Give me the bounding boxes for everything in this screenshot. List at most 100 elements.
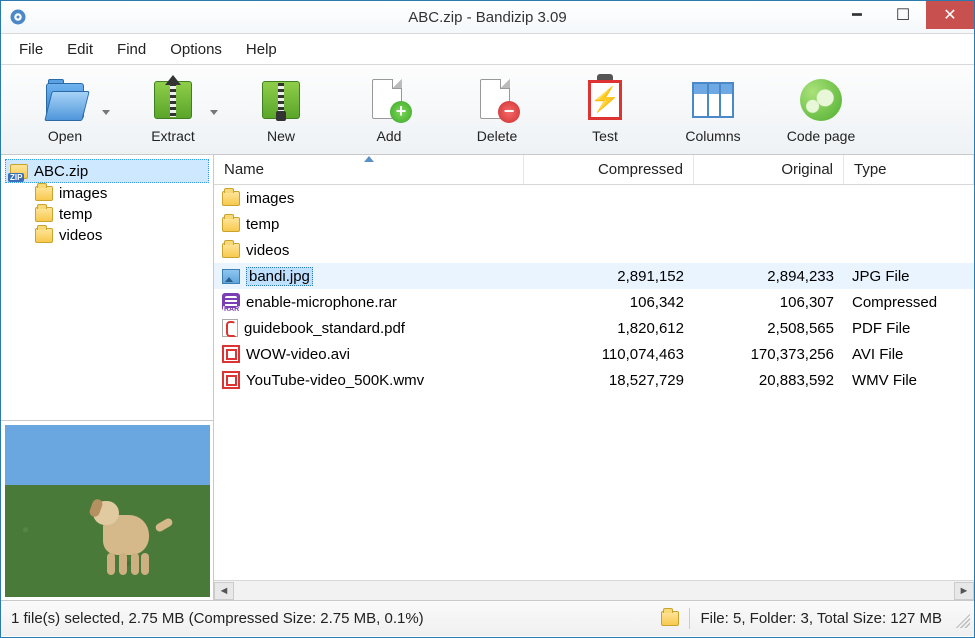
file-row[interactable]: bandi.jpg2,891,1522,894,233JPG File [214,263,974,289]
folder-icon [35,186,53,201]
folder-tree[interactable]: ZIP ABC.zip images temp videos [1,155,213,420]
tree-root-label: ABC.zip [34,163,88,180]
file-row[interactable]: guidebook_standard.pdf1,820,6122,508,565… [214,315,974,341]
menu-help[interactable]: Help [234,38,289,61]
tree-root[interactable]: ZIP ABC.zip [5,159,209,183]
file-row[interactable]: images [214,185,974,211]
column-header-compressed[interactable]: Compressed [524,155,694,184]
cell-compressed: 2,891,152 [524,268,694,285]
cell-type: JPG File [844,268,974,285]
file-row[interactable]: YouTube-video_500K.wmv18,527,72920,883,5… [214,367,974,393]
extract-button[interactable]: Extract [123,70,223,150]
new-archive-icon [258,77,304,123]
file-row[interactable]: videos [214,237,974,263]
status-left-text: 1 file(s) selected, 2.75 MB (Compressed … [11,610,424,627]
open-button[interactable]: Open [15,70,115,150]
cell-name: YouTube-video_500K.wmv [222,371,524,389]
extract-dropdown-icon[interactable] [210,110,218,118]
cell-compressed: 110,074,463 [524,346,694,363]
dog-image-icon [97,493,167,573]
tree-node-images[interactable]: images [5,183,209,204]
scroll-right-icon[interactable]: ► [954,582,974,600]
cell-original: 20,883,592 [694,372,844,389]
columns-icon [692,82,734,118]
file-name-label: guidebook_standard.pdf [244,320,405,337]
status-totals: File: 5, Folder: 3, Total Size: 127 MB [690,601,952,636]
sidebar: ZIP ABC.zip images temp videos [1,155,214,600]
video-file-icon [222,371,240,389]
cell-original: 170,373,256 [694,346,844,363]
file-name-label: temp [246,216,279,233]
menu-find[interactable]: Find [105,38,158,61]
file-list: Name Compressed Original Type images temp… [214,155,974,600]
file-row[interactable]: RARenable-microphone.rar106,342106,307Co… [214,289,974,315]
file-name-label: enable-microphone.rar [246,294,397,311]
resize-grip-icon[interactable] [952,610,970,628]
open-folder-icon [42,77,88,123]
add-button[interactable]: + Add [339,70,439,150]
folder-icon [222,191,240,206]
archive-status-icon [661,611,679,626]
menubar: File Edit Find Options Help [1,33,974,65]
extract-label: Extract [151,128,195,144]
close-button[interactable]: ✕ [926,1,974,29]
menu-file[interactable]: File [7,38,55,61]
file-name-label: bandi.jpg [246,267,313,286]
image-file-icon [222,269,240,284]
tree-node-videos[interactable]: videos [5,225,209,246]
codepage-button[interactable]: Code page [771,70,871,150]
new-button[interactable]: New [231,70,331,150]
status-right-text: File: 5, Folder: 3, Total Size: 127 MB [700,610,942,627]
app-window: ABC.zip - Bandizip 3.09 ━ ☐ ✕ File Edit … [0,0,975,638]
file-rows[interactable]: imagestempvideosbandi.jpg2,891,1522,894,… [214,185,974,580]
rar-file-icon: RAR [222,293,240,311]
delete-button[interactable]: − Delete [447,70,547,150]
tree-node-label: videos [59,227,102,244]
tree-node-label: images [59,185,107,202]
menu-edit[interactable]: Edit [55,38,105,61]
columns-button[interactable]: Columns [663,70,763,150]
column-header-type[interactable]: Type [844,155,974,184]
scroll-left-icon[interactable]: ◄ [214,582,234,600]
preview-thumbnail [5,425,210,597]
window-title: ABC.zip - Bandizip 3.09 [1,9,974,26]
columns-label: Columns [685,128,740,144]
status-archive-icon-seg [651,601,689,636]
file-row[interactable]: temp [214,211,974,237]
cell-compressed: 18,527,729 [524,372,694,389]
tree-node-temp[interactable]: temp [5,204,209,225]
column-header-original[interactable]: Original [694,155,844,184]
codepage-label: Code page [787,128,856,144]
new-label: New [267,128,295,144]
add-icon: + [366,77,412,123]
tree-node-label: temp [59,206,92,223]
folder-icon [35,207,53,222]
open-label: Open [48,128,82,144]
horizontal-scrollbar[interactable]: ◄ ► [214,580,974,600]
test-button[interactable]: ⚡ Test [555,70,655,150]
titlebar[interactable]: ABC.zip - Bandizip 3.09 ━ ☐ ✕ [1,1,974,33]
cell-name: guidebook_standard.pdf [222,319,524,337]
status-selection: 1 file(s) selected, 2.75 MB (Compressed … [1,601,651,636]
maximize-button[interactable]: ☐ [880,1,926,29]
cell-type: Compressed [844,294,974,311]
minimize-button[interactable]: ━ [834,1,880,29]
cell-compressed: 106,342 [524,294,694,311]
cell-type: WMV File [844,372,974,389]
cell-original: 2,508,565 [694,320,844,337]
file-row[interactable]: WOW-video.avi110,074,463170,373,256AVI F… [214,341,974,367]
add-label: Add [377,128,402,144]
column-header-row: Name Compressed Original Type [214,155,974,185]
cell-name: bandi.jpg [222,267,524,286]
folder-icon [222,217,240,232]
zip-icon: ZIP [10,162,28,180]
column-header-name[interactable]: Name [214,155,524,184]
cell-name: images [222,190,524,207]
menu-options[interactable]: Options [158,38,234,61]
file-name-label: WOW-video.avi [246,346,350,363]
globe-icon [800,79,842,121]
cell-name: RAR enable-microphone.rar [222,293,524,311]
sort-asc-icon [364,156,374,162]
preview-pane [1,420,213,600]
open-dropdown-icon[interactable] [102,110,110,118]
